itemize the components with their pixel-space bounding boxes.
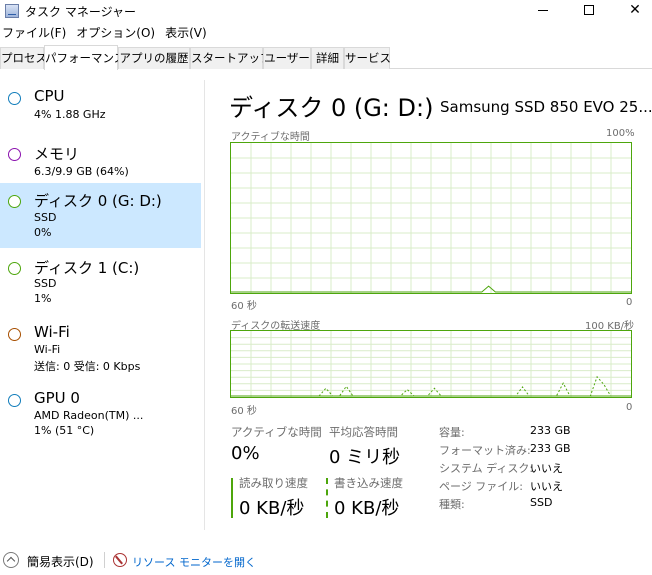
sidebar-item-detail: Wi-Fi bbox=[34, 343, 61, 356]
active-time-graph-label: アクティブな時間 bbox=[231, 132, 310, 143]
capacity-label: 容量: bbox=[439, 426, 465, 439]
active-time-x-right: 0 bbox=[626, 297, 633, 308]
open-resource-monitor-link[interactable]: リソース モニターを開く bbox=[132, 554, 256, 570]
sidebar-item-name: ディスク 0 (G: D:) bbox=[34, 192, 162, 210]
system-disk-label: システム ディスク: bbox=[439, 462, 534, 475]
transfer-rate-x-right: 0 bbox=[626, 402, 633, 413]
sidebar-divider bbox=[204, 80, 205, 530]
sidebar-item-detail: 6.3/9.9 GB (64%) bbox=[34, 165, 129, 178]
write-speed-label: 書き込み速度 bbox=[334, 476, 403, 490]
minimize-button[interactable] bbox=[520, 0, 566, 20]
transfer-rate-graph-svg bbox=[231, 331, 631, 397]
sidebar-item-usage: 送信: 0 受信: 0 Kbps bbox=[34, 360, 141, 373]
maximize-icon bbox=[584, 5, 594, 15]
minimize-icon bbox=[538, 9, 548, 11]
sidebar-item-detail: SSD bbox=[34, 211, 57, 224]
tab-startup[interactable]: スタートアップ bbox=[190, 47, 272, 69]
footer-divider bbox=[104, 552, 105, 568]
memory-graph-icon bbox=[8, 148, 21, 161]
task-manager-icon bbox=[5, 4, 19, 18]
sidebar-item-usage: 0% bbox=[34, 226, 52, 239]
write-speed-value: 0 KB/秒 bbox=[334, 498, 400, 519]
sidebar-item-name: メモリ bbox=[34, 145, 80, 163]
tab-performance[interactable]: パフォーマンス bbox=[44, 45, 125, 70]
formatted-value: 233 GB bbox=[530, 442, 571, 455]
disk-graph-icon bbox=[8, 195, 21, 208]
formatted-label: フォーマット済み: bbox=[439, 444, 531, 457]
sidebar-item-name: ディスク 1 (C:) bbox=[34, 259, 140, 277]
sidebar-item-disk-0[interactable]: ディスク 0 (G: D:) SSD 0% bbox=[0, 183, 201, 248]
avg-response-label: 平均応答時間 bbox=[329, 425, 398, 439]
tab-bar: プロセス パフォーマンス アプリの履歴 スタートアップ ユーザー 詳細 サービス bbox=[0, 45, 652, 70]
footer: 簡易表示(D) リソース モニターを開く bbox=[0, 548, 652, 575]
transfer-rate-graph bbox=[230, 330, 632, 398]
page-file-value: いいえ bbox=[530, 480, 563, 493]
chevron-up-icon[interactable] bbox=[3, 552, 19, 568]
sidebar-item-usage: 1% bbox=[34, 292, 52, 305]
menu-file[interactable]: ファイル(F) bbox=[0, 24, 72, 42]
sidebar-item-name: Wi-Fi bbox=[34, 323, 70, 341]
active-time-x-left: 60 秒 bbox=[231, 301, 257, 312]
active-time-graph-max: 100% bbox=[606, 128, 635, 139]
sidebar-item-wifi[interactable]: Wi-Fi Wi-Fi 送信: 0 受信: 0 Kbps bbox=[0, 316, 201, 381]
read-speed-indicator bbox=[231, 478, 233, 518]
network-graph-icon bbox=[8, 328, 21, 341]
sidebar-item-detail: 4% 1.88 GHz bbox=[34, 108, 106, 121]
sidebar-item-disk-1[interactable]: ディスク 1 (C:) SSD 1% bbox=[0, 250, 201, 315]
type-label: 種類: bbox=[439, 498, 465, 511]
sidebar-item-name: CPU bbox=[34, 87, 65, 105]
read-speed-label: 読み取り速度 bbox=[239, 476, 308, 490]
close-icon: ✕ bbox=[629, 2, 641, 18]
disk-model: Samsung SSD 850 EVO 25... bbox=[440, 98, 652, 116]
sidebar-item-detail: SSD bbox=[34, 277, 57, 290]
maximize-button[interactable] bbox=[566, 0, 612, 20]
capacity-value: 233 GB bbox=[530, 424, 571, 437]
tab-users[interactable]: ユーザー bbox=[263, 47, 311, 69]
read-speed-value: 0 KB/秒 bbox=[239, 498, 305, 519]
fewer-details-button[interactable]: 簡易表示(D) bbox=[27, 553, 94, 570]
menu-view[interactable]: 表示(V) bbox=[163, 24, 213, 42]
cpu-graph-icon bbox=[8, 92, 21, 105]
system-disk-value: いいえ bbox=[530, 462, 563, 475]
close-button[interactable]: ✕ bbox=[612, 0, 652, 20]
active-time-value: 0% bbox=[231, 443, 260, 464]
transfer-rate-x-left: 60 秒 bbox=[231, 406, 257, 417]
resource-monitor-icon[interactable] bbox=[113, 553, 127, 567]
sidebar-item-detail: AMD Radeon(TM) ... bbox=[34, 409, 144, 422]
disk-graph-icon bbox=[8, 262, 21, 275]
active-time-graph bbox=[230, 142, 632, 294]
sidebar: CPU 4% 1.88 GHz メモリ 6.3/9.9 GB (64%) ディス… bbox=[0, 80, 202, 520]
active-time-label: アクティブな時間 bbox=[231, 425, 322, 439]
menu-options[interactable]: オプション(O) bbox=[74, 24, 161, 42]
sidebar-item-gpu[interactable]: GPU 0 AMD Radeon(TM) ... 1% (51 °C) bbox=[0, 382, 201, 447]
write-speed-indicator bbox=[326, 478, 328, 518]
sidebar-item-usage: 1% (51 °C) bbox=[34, 424, 95, 437]
menu-bar: ファイル(F) オプション(O) 表示(V) bbox=[0, 24, 215, 42]
tab-app-history[interactable]: アプリの履歴 bbox=[118, 47, 190, 69]
sidebar-item-name: GPU 0 bbox=[34, 389, 80, 407]
page-file-label: ページ ファイル: bbox=[439, 480, 523, 493]
tab-services[interactable]: サービス bbox=[344, 47, 391, 69]
tab-details[interactable]: 詳細 bbox=[311, 47, 344, 69]
tab-processes[interactable]: プロセス bbox=[0, 47, 47, 69]
avg-response-value: 0 ミリ秒 bbox=[329, 447, 401, 468]
type-value: SSD bbox=[530, 496, 553, 509]
page-title: ディスク 0 (G: D:) bbox=[229, 94, 434, 122]
active-time-graph-svg bbox=[231, 143, 631, 293]
gpu-graph-icon bbox=[8, 394, 21, 407]
window-title: タスク マネージャー bbox=[25, 4, 136, 19]
